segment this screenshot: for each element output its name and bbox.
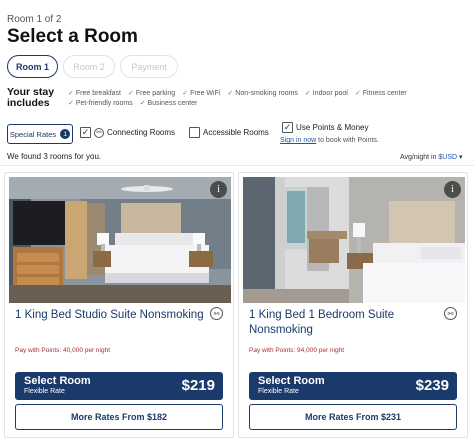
room-price: $219: [181, 377, 215, 394]
points-price: Pay with Points: 94,000 per night: [249, 347, 345, 354]
amenity-item: ✓ Pet-friendly rooms: [68, 99, 133, 108]
tab-payment: Payment: [120, 55, 178, 78]
room-photo-illustration: [243, 177, 465, 303]
connecting-rooms-filter[interactable]: ✓ ⚯ Connecting Rooms: [80, 127, 175, 138]
points-price: Pay with Points: 40,000 per night: [15, 347, 111, 354]
tab-room-1[interactable]: Room 1: [7, 55, 58, 78]
link-icon: ⚯: [210, 307, 223, 320]
amenity-item: ✓ Free parking: [128, 89, 176, 98]
select-room-label: Select Room: [24, 375, 91, 387]
select-room-label: Select Room: [258, 375, 325, 387]
use-points-label: Use Points & Money: [296, 123, 369, 132]
room-name[interactable]: 1 King Bed Studio Suite Nonsmoking: [15, 308, 205, 323]
accessible-rooms-label: Accessible Rooms: [203, 128, 269, 137]
divider: [0, 165, 474, 166]
caret-down-icon: ▾: [459, 154, 463, 161]
connecting-rooms-checkbox[interactable]: ✓: [80, 127, 91, 138]
more-rates-button[interactable]: More Rates From $182: [15, 404, 223, 430]
use-points-checkbox[interactable]: ✓: [282, 122, 293, 133]
connecting-rooms-label: Connecting Rooms: [107, 128, 176, 137]
room-photo-illustration: [9, 177, 231, 303]
accessible-rooms-checkbox[interactable]: [189, 127, 200, 138]
info-icon[interactable]: i: [444, 181, 461, 198]
rate-name: Flexible Rate: [24, 388, 65, 395]
special-rates-label: Special Rates: [9, 129, 57, 139]
rate-name: Flexible Rate: [258, 388, 299, 395]
room-photo-studio[interactable]: i: [9, 177, 231, 303]
info-icon[interactable]: i: [210, 181, 227, 198]
link-icon: ⚯: [94, 127, 104, 138]
room-card: i 1 King Bed 1 Bedroom Suite Nonsmoking …: [238, 172, 468, 438]
accessible-rooms-filter[interactable]: Accessible Rooms: [189, 127, 269, 138]
link-icon: ⚯: [444, 307, 457, 320]
amenity-item: ✓ Indoor pool: [304, 89, 348, 98]
room-card: i 1 King Bed Studio Suite Nonsmoking ⚯ P…: [4, 172, 234, 438]
room-counter: Room 1 of 2: [7, 14, 62, 25]
use-points-filter[interactable]: ✓ Use Points & Money: [282, 122, 368, 133]
checkmark-icon: ✓: [354, 90, 361, 97]
checkmark-icon: ✓: [304, 90, 311, 97]
room-price: $239: [415, 377, 449, 394]
more-rates-button[interactable]: More Rates From $231: [249, 404, 457, 430]
select-room-button[interactable]: Select Room Flexible Rate $219: [15, 372, 223, 400]
special-rates-button[interactable]: Special Rates 1: [7, 124, 73, 144]
amenity-item: ✓ Non-smoking rooms: [227, 89, 298, 98]
signin-prompt: Sign in now to book with Points.: [280, 137, 379, 144]
currency-selector[interactable]: Avg/night in $USD ▾: [400, 153, 463, 161]
checkmark-icon: ✓: [128, 90, 134, 97]
avg-night-label: Avg/night in: [400, 154, 439, 161]
amenity-list: ✓ Free breakfast ✓ Free parking ✓ Free WiFi…: [68, 89, 428, 108]
amenity-item: ✓ Free WiFi: [182, 89, 221, 98]
room-name[interactable]: 1 King Bed 1 Bedroom Suite Nonsmoking: [249, 308, 439, 338]
signin-link[interactable]: Sign in now: [280, 137, 316, 144]
special-rates-count-badge: 1: [60, 129, 71, 139]
step-tabs: Room 1 Room 2 Payment: [7, 55, 178, 78]
checkmark-icon: ✓: [227, 90, 234, 97]
checkmark-icon: ✓: [182, 90, 189, 97]
amenity-item: ✓ Fitness center: [354, 89, 407, 98]
tab-room-2: Room 2: [63, 55, 115, 78]
checkmark-icon: ✓: [139, 100, 146, 107]
select-room-button[interactable]: Select Room Flexible Rate $239: [249, 372, 457, 400]
checkmark-icon: ✓: [68, 100, 74, 107]
amenity-item: ✓ Business center: [139, 99, 198, 108]
signin-rest: to book with Points.: [316, 137, 379, 144]
stay-includes-heading: Your stay includes: [7, 86, 55, 109]
currency-value: $USD: [438, 154, 458, 161]
room-photo-bedroom[interactable]: i: [243, 177, 465, 303]
results-count: We found 3 rooms for you.: [7, 152, 102, 161]
checkmark-icon: ✓: [68, 90, 74, 97]
page-title: Select a Room: [7, 26, 138, 47]
amenity-item: ✓ Free breakfast: [68, 89, 122, 98]
